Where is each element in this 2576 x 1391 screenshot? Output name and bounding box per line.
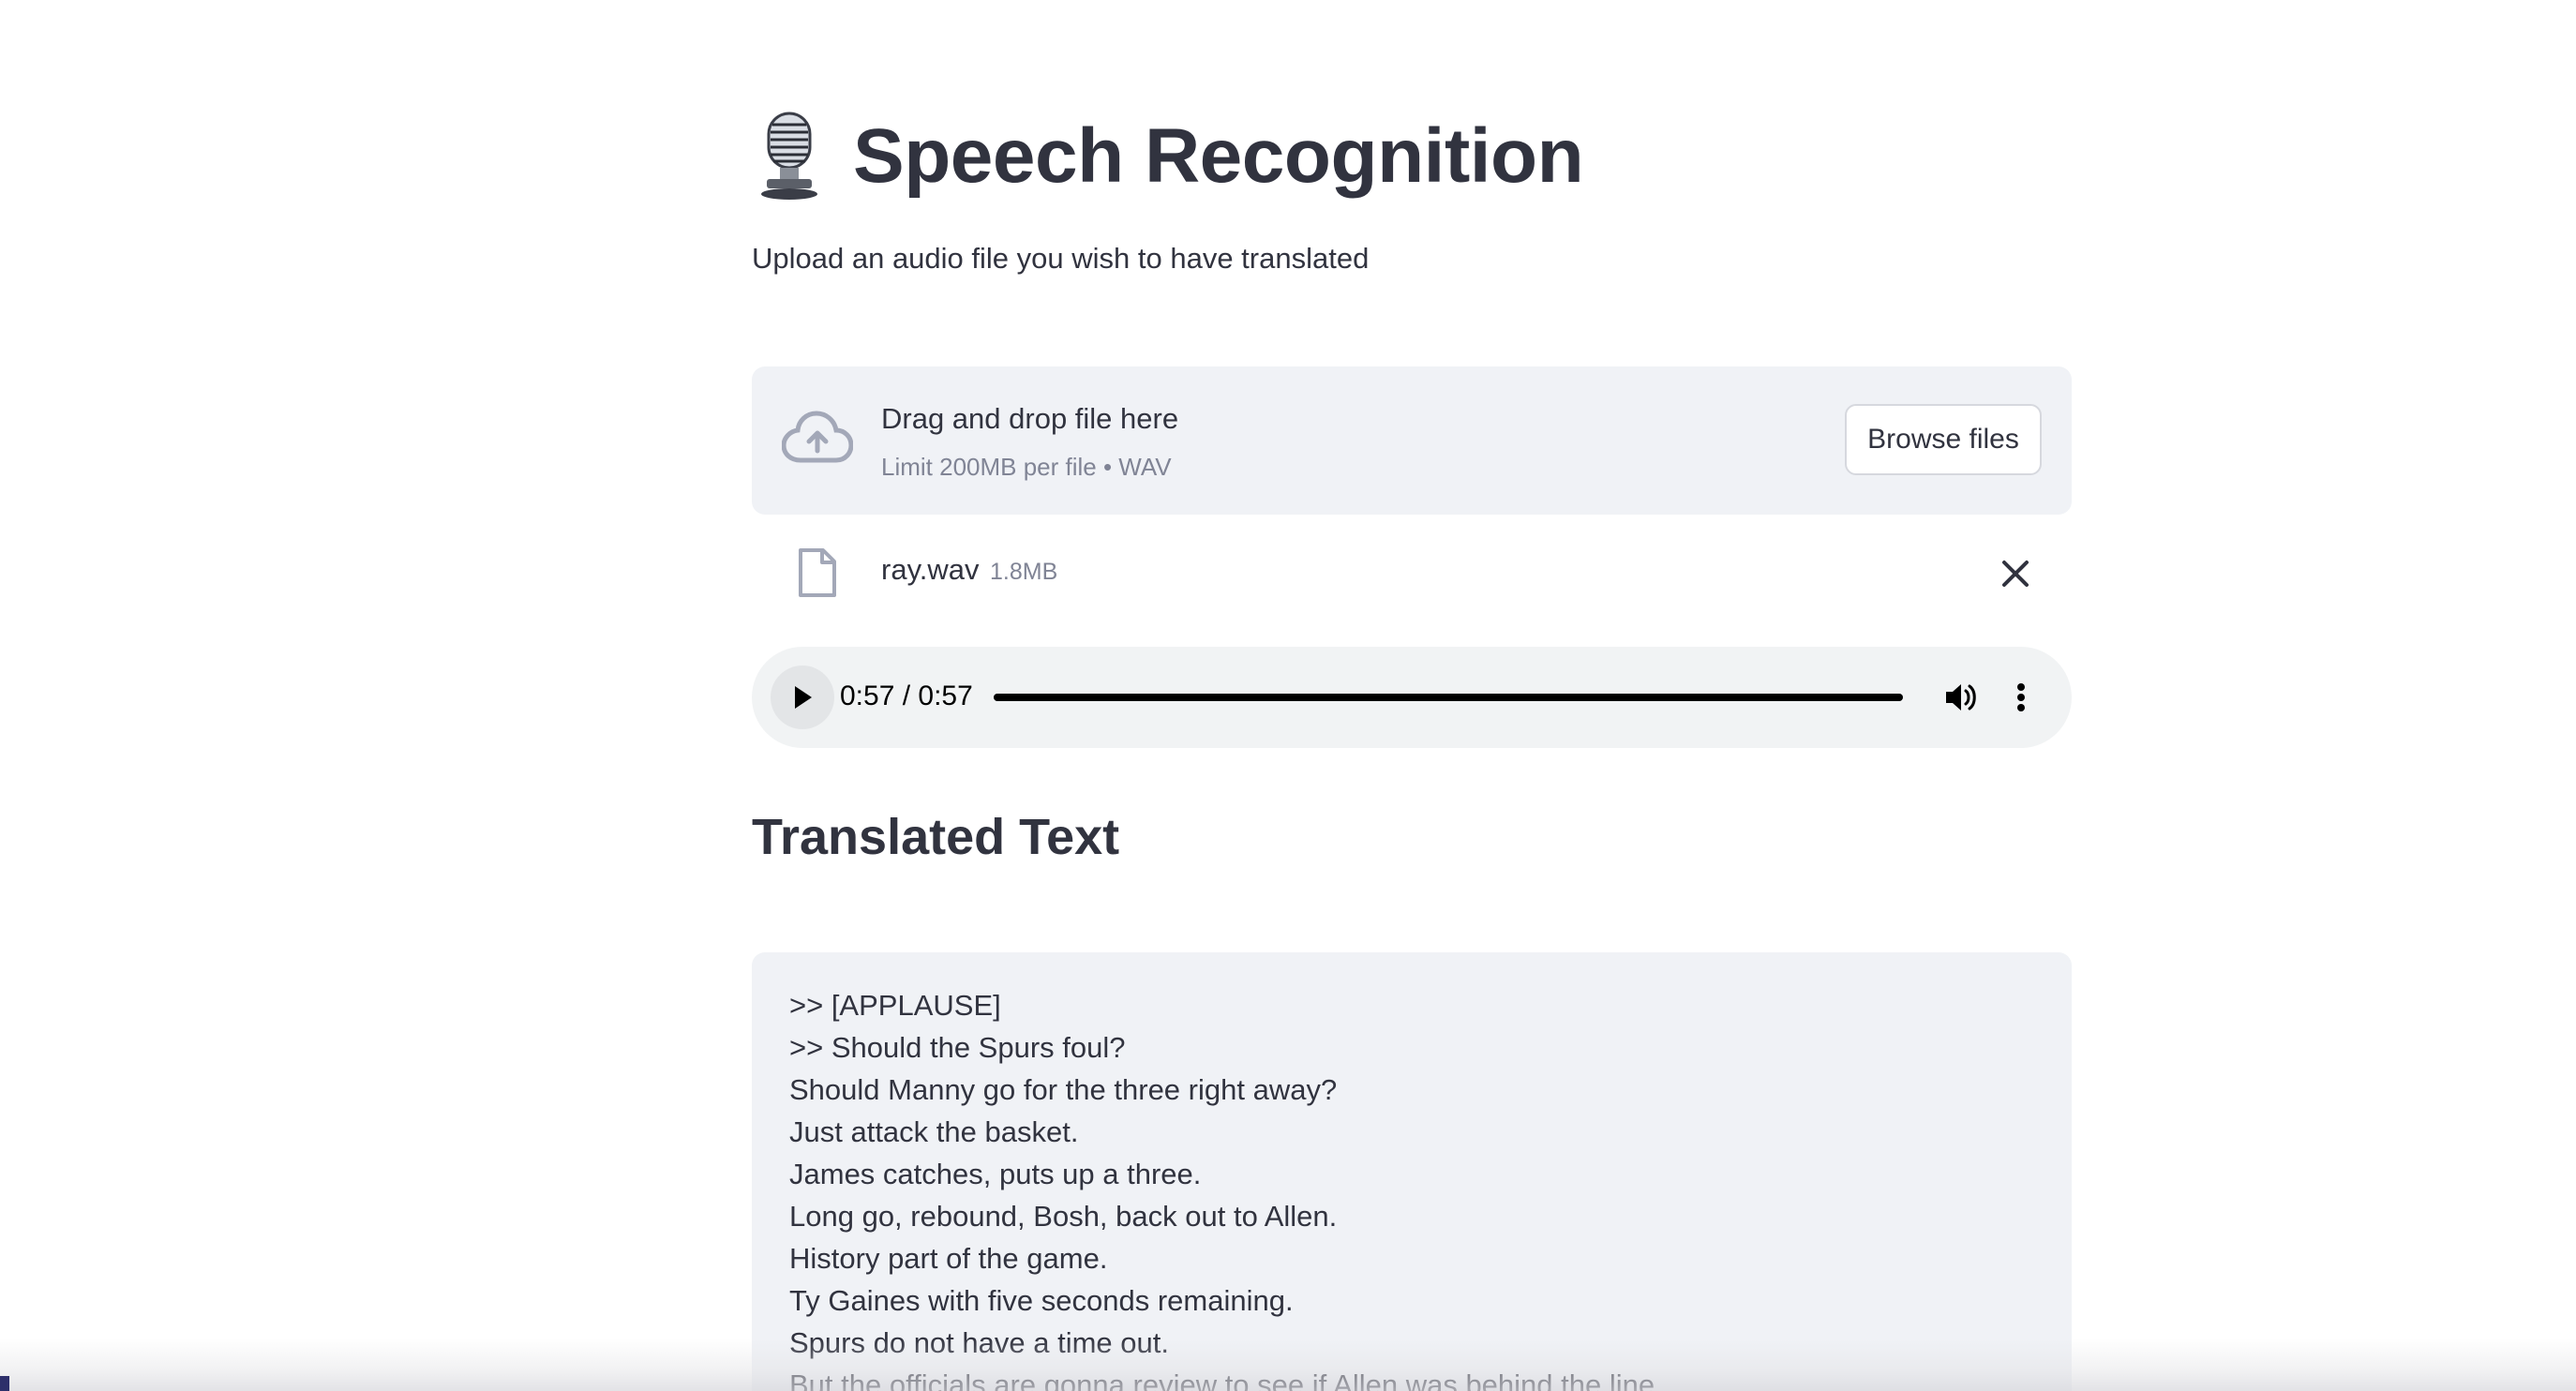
app-page: Speech Recognition Upload an audio file …	[0, 0, 2576, 1391]
translated-line: Long go, rebound, Bosh, back out to Alle…	[789, 1200, 1338, 1233]
translated-line: Spurs do not have a time out.	[789, 1326, 1169, 1359]
window-corner	[0, 1376, 9, 1391]
translated-line: History part of the game.	[789, 1242, 1108, 1275]
translated-line: James catches, puts up a three.	[789, 1158, 1202, 1190]
page-title: Speech Recognition	[853, 113, 1584, 199]
translated-line: >> Should the Spurs foul?	[789, 1031, 1126, 1064]
audio-progress-slider[interactable]	[994, 694, 1903, 701]
translated-text-lines: >> [APPLAUSE] >> Should the Spurs foul? Sh…	[789, 984, 1663, 1391]
browse-files-button[interactable]: Browse files	[1845, 404, 2042, 475]
title-row: Speech Recognition	[752, 105, 1584, 208]
close-icon[interactable]	[1997, 555, 2034, 592]
file-size: 1.8MB	[990, 559, 1058, 585]
file-name: ray.wav	[881, 553, 980, 586]
audio-progress-fill	[994, 694, 1903, 701]
translated-line: Just attack the basket.	[789, 1115, 1079, 1148]
uploaded-file-row: ray.wav 1.8MB	[752, 540, 2072, 607]
page-subtitle: Upload an audio file you wish to have tr…	[752, 242, 1370, 275]
translated-line: But the officials are gonna review to se…	[789, 1369, 1663, 1391]
audio-player: 0:57 / 0:57	[752, 647, 2072, 748]
translated-text-heading: Translated Text	[752, 809, 1120, 865]
more-vertical-icon[interactable]	[2002, 679, 2040, 716]
play-icon	[795, 686, 812, 709]
translated-line: >> [APPLAUSE]	[789, 989, 1001, 1022]
play-button[interactable]	[771, 666, 834, 729]
cloud-upload-icon	[781, 410, 854, 470]
translated-line: Should Manny go for the three right away…	[789, 1073, 1338, 1106]
dropzone-title: Drag and drop file here	[881, 402, 1179, 435]
dropzone-limit: Limit 200MB per file • WAV	[881, 453, 1172, 481]
audio-time: 0:57 / 0:57	[840, 681, 973, 711]
translated-line: Ty Gaines with five seconds remaining.	[789, 1284, 1294, 1317]
volume-icon[interactable]	[1942, 679, 1980, 716]
file-dropzone[interactable]: Drag and drop file here Limit 200MB per …	[752, 366, 2072, 515]
translated-text-box: >> [APPLAUSE] >> Should the Spurs foul? Sh…	[752, 952, 2072, 1391]
file-icon	[797, 547, 838, 598]
microphone-icon	[752, 112, 827, 202]
